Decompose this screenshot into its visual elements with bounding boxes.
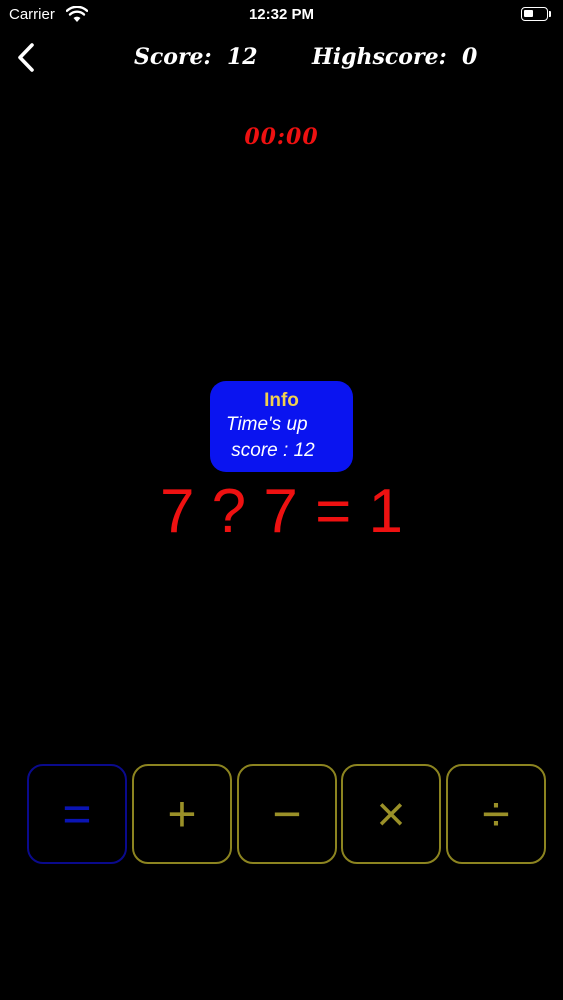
plus-button[interactable]: +: [132, 764, 232, 864]
score-label: Score: 12: [134, 44, 258, 70]
multiply-button[interactable]: ×: [341, 764, 441, 864]
minus-button[interactable]: −: [237, 764, 337, 864]
battery-tip: [549, 11, 551, 17]
operator-buttons: = + − × ÷: [27, 764, 547, 864]
divide-button[interactable]: ÷: [446, 764, 546, 864]
highscore-label: Highscore: 0: [312, 44, 478, 70]
status-bar: Carrier 12:32 PM: [0, 0, 563, 30]
timer: 00:00: [244, 124, 319, 150]
info-title: Info: [264, 390, 299, 411]
info-popup: Info Time's up score : 12: [210, 381, 353, 472]
equals-button[interactable]: =: [27, 764, 127, 864]
back-button[interactable]: [12, 40, 44, 76]
status-time: 12:32 PM: [248, 6, 315, 23]
info-message-line2: score : 12: [226, 440, 315, 461]
info-message-line1: Time's up: [226, 414, 308, 435]
battery-icon: [521, 7, 548, 21]
chevron-left-icon: [18, 43, 34, 72]
equation: 7 ? 7 = 1: [159, 477, 404, 546]
